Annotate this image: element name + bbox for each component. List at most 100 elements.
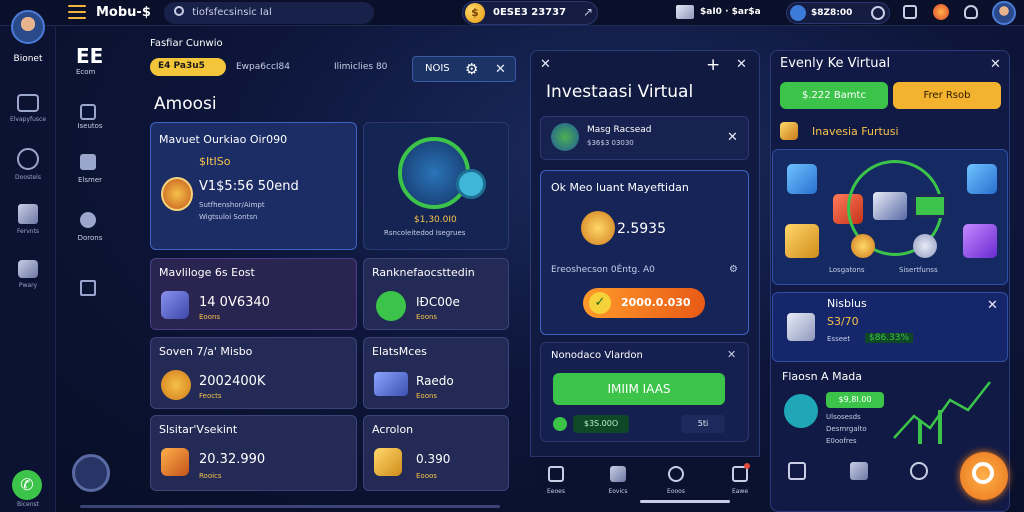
hero-card[interactable]: Mavuet Ourkiao Oir090 $ItISo V1$5:56 50e… xyxy=(150,122,357,250)
coin-icon xyxy=(581,211,615,245)
nav-label: Eawe xyxy=(731,488,749,495)
card-title: Soven 7/a' Misbo xyxy=(159,345,253,358)
card-value: 14 0V6340 xyxy=(199,295,270,310)
invest-button[interactable]: ✓ 2000.0.030 xyxy=(583,288,705,318)
search-icon xyxy=(972,462,994,484)
gear-icon[interactable] xyxy=(910,462,928,480)
gem-pill[interactable]: $8Z8:00 xyxy=(786,2,890,24)
close-icon[interactable]: ✕ xyxy=(990,58,1001,71)
token-icon xyxy=(456,169,486,199)
gear-icon[interactable]: ⚙ xyxy=(465,60,478,78)
card-sub: Ereoshecson 0Èntg. A0 xyxy=(551,265,655,275)
add-icon[interactable]: + xyxy=(706,55,720,75)
info-icon[interactable]: ⚙ xyxy=(729,264,738,275)
nav-label: Eovics xyxy=(608,488,628,495)
card-value: IÐC00e xyxy=(416,295,460,309)
user-avatar[interactable] xyxy=(11,10,45,44)
voucher-card[interactable]: Nonodaco Vlardon ✕ IMIIM IAAS $3S.00O 5t… xyxy=(540,342,749,442)
search-bar[interactable]: tiofsfecsinsic Ial xyxy=(164,2,374,24)
balance-button[interactable]: $.222 Bamtc xyxy=(780,82,888,109)
trend-title: Flaosn A Mada xyxy=(782,370,863,383)
card-value: Raedo xyxy=(416,374,454,388)
hero-visual-card[interactable]: $1,30.0I0 Rsncoleitedod Isegrues xyxy=(363,122,509,250)
balance-value: 0ESE3 23737 xyxy=(493,7,567,18)
section-title: Amoosi xyxy=(154,94,217,114)
card-title: Ranknefaocsttedin xyxy=(372,266,475,279)
cube-icon xyxy=(18,204,38,224)
free-button[interactable]: Frer Rsob xyxy=(893,82,1001,109)
calendar-icon[interactable] xyxy=(903,5,917,19)
scrollbar[interactable] xyxy=(80,505,500,508)
close-icon[interactable]: ✕ xyxy=(540,58,551,71)
card-sub: Eooos xyxy=(416,472,437,480)
primary-button[interactable]: IMIIM IAAS xyxy=(553,373,725,405)
cube-icon xyxy=(963,224,997,258)
cube-icon[interactable] xyxy=(850,462,868,480)
status-card[interactable]: Nisblus ✕ S3/70 Esseet $86.33% xyxy=(772,292,1008,362)
bottom-label: Bicenst xyxy=(16,501,40,508)
close-icon[interactable]: ✕ xyxy=(987,299,998,312)
profile-avatar[interactable] xyxy=(992,1,1016,25)
search-fab[interactable] xyxy=(960,452,1008,500)
asset-card[interactable]: Slsitar'Vsekint 20.32.990 Rooics xyxy=(150,415,357,491)
card-sub: Eoons xyxy=(416,313,438,321)
card-value: 2002400K xyxy=(199,374,266,389)
filter-text-2: Ilimiclies 80 xyxy=(334,62,388,72)
coin-icon xyxy=(851,234,875,258)
chest-icon xyxy=(161,291,189,319)
user-label: Bionet xyxy=(13,54,43,64)
filter-chip[interactable]: E4 Pa3u5 xyxy=(150,58,226,76)
close-icon[interactable]: ✕ xyxy=(495,63,506,76)
coin-icon: $ xyxy=(465,3,485,23)
asset-card[interactable]: Ranknefaocsttedin IÐC00e Eoons xyxy=(363,258,509,330)
cube-icon xyxy=(967,164,997,194)
building-icon[interactable] xyxy=(80,104,96,120)
asset-card[interactable]: ElatsMces Raedo Eoons xyxy=(363,337,509,409)
settings-tab[interactable]: NOIS ⚙ ✕ xyxy=(412,56,516,82)
search-text: tiofsfecsinsic Ial xyxy=(192,7,272,18)
shield-icon xyxy=(161,177,193,211)
home-icon[interactable] xyxy=(788,462,806,480)
assets-showcase[interactable]: Losgatons Sisertfunss xyxy=(772,149,1008,285)
coin-icon xyxy=(161,370,191,400)
search-icon xyxy=(174,6,184,16)
trend-chart xyxy=(893,381,991,444)
chip-icon[interactable] xyxy=(80,212,96,228)
filter-text: Ewpa6ccI84 xyxy=(236,62,291,72)
search-result-row[interactable]: Masg Racsead $36$3 03030 ✕ xyxy=(540,116,749,160)
balance-pill[interactable]: $ 0ESE3 23737 ↗ xyxy=(462,1,598,25)
tab-label: NOIS xyxy=(425,63,450,74)
home-icon[interactable] xyxy=(548,466,564,482)
panel2-title: Investaasi Virtual xyxy=(546,82,694,102)
bell-icon[interactable] xyxy=(964,5,978,19)
asset-card[interactable]: Mavliloge 6s Eost 14 0V6340 Eoons xyxy=(150,258,357,330)
hamburger-menu-icon[interactable] xyxy=(68,5,86,19)
support-button[interactable]: ✆ xyxy=(12,470,42,500)
close-icon[interactable]: ✕ xyxy=(727,131,738,144)
gear-icon[interactable] xyxy=(668,466,684,482)
image-icon xyxy=(17,94,39,112)
stack-icon[interactable] xyxy=(676,5,694,19)
asset-card[interactable]: Acrolon 0.390 Eooos xyxy=(363,415,509,491)
box-icon xyxy=(787,313,815,341)
close-icon[interactable]: ✕ xyxy=(736,58,747,71)
footer-value: 5ti xyxy=(681,415,725,433)
asset-card[interactable]: Soven 7/a' Misbo 2002400K Feocts xyxy=(150,337,357,409)
fire-icon[interactable] xyxy=(933,4,949,20)
document-icon[interactable] xyxy=(80,280,96,296)
showcase-label: Sisertfunss xyxy=(899,266,938,274)
result-title: Masg Racsead xyxy=(587,125,652,135)
cube-icon[interactable] xyxy=(610,466,626,482)
laptop-icon xyxy=(913,194,947,218)
tag-icon[interactable] xyxy=(80,154,96,170)
sidebar-item-label: Fervnts xyxy=(16,228,40,235)
trend-bar xyxy=(938,410,942,444)
collapse-icon[interactable]: ✕ xyxy=(727,348,736,361)
investment-card[interactable]: Ok Meo luant Mayeftidan 2.5935 Ereoshecs… xyxy=(540,170,749,335)
nav-item-label: Dorons xyxy=(77,234,103,242)
cube-icon xyxy=(787,164,817,194)
card-value: 20.32.990 xyxy=(199,452,266,467)
theme-toggle[interactable] xyxy=(72,454,110,492)
nav-label: Eooos xyxy=(667,488,685,495)
trend-bar xyxy=(918,420,922,444)
